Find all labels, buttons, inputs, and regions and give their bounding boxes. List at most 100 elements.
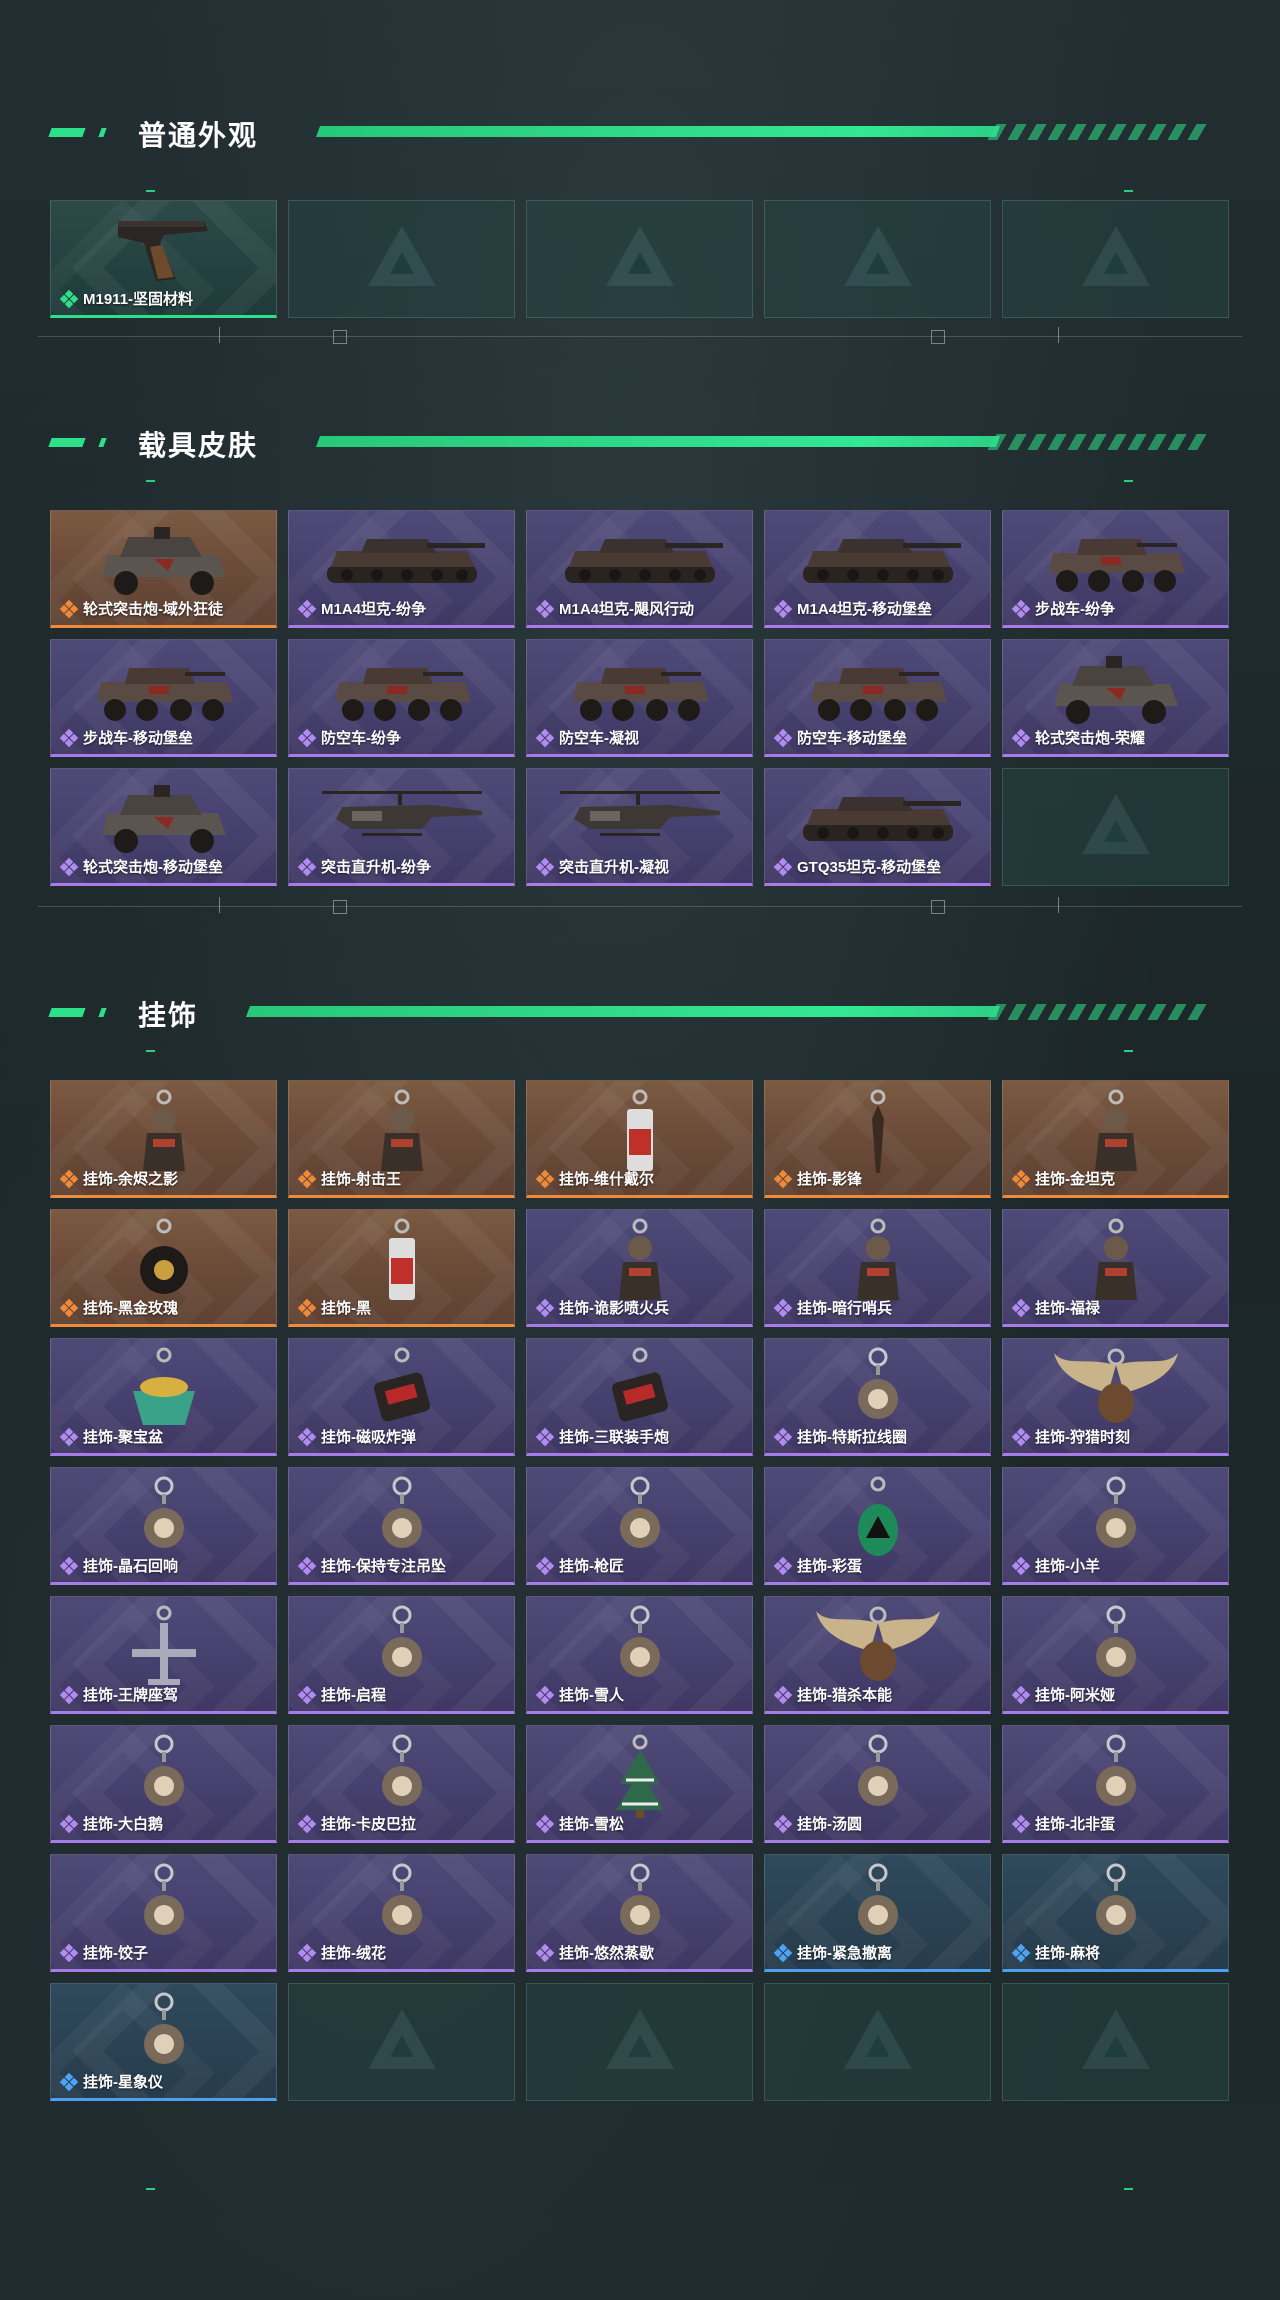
- item-card[interactable]: 突击直升机-凝视: [526, 768, 753, 886]
- item-card[interactable]: M1A4坦克-纷争: [288, 510, 515, 628]
- item-name: 轮式突击炮-域外狂徒: [83, 601, 223, 618]
- item-card[interactable]: 挂饰-北非蛋: [1002, 1725, 1229, 1843]
- item-label: M1A4坦克-纷争: [297, 598, 426, 619]
- helicopter-icon: [550, 777, 730, 862]
- item-name: 挂饰-三联装手炮: [559, 1429, 669, 1446]
- item-card[interactable]: 挂饰-大白鹅: [50, 1725, 277, 1843]
- game-logo-icon: [367, 226, 436, 286]
- item-label: 轮式突击炮-域外狂徒: [59, 598, 223, 619]
- rarity-diamond-icon: [59, 289, 79, 308]
- item-label: 挂饰-彩蛋: [773, 1555, 862, 1576]
- item-name: 挂饰-雪人: [559, 1687, 624, 1704]
- item-card[interactable]: 挂饰-黑: [288, 1209, 515, 1327]
- charm-tag-icon: [377, 1218, 427, 1313]
- item-label: 挂饰-聚宝盆: [59, 1426, 163, 1447]
- item-name: 挂饰-暗行哨兵: [797, 1300, 892, 1317]
- item-card[interactable]: 挂饰-维什戴尔: [526, 1080, 753, 1198]
- header-accent-bar: [98, 438, 107, 447]
- item-card[interactable]: 防空车-纷争: [288, 639, 515, 757]
- item-card[interactable]: 挂饰-聚宝盆: [50, 1338, 277, 1456]
- item-label: 挂饰-雪人: [535, 1684, 624, 1705]
- item-card[interactable]: 步战车-移动堡垒: [50, 639, 277, 757]
- rarity-diamond-icon: [535, 1298, 555, 1317]
- item-label: M1A4坦克-移动堡垒: [773, 598, 932, 619]
- item-card[interactable]: 挂饰-星象仪: [50, 1983, 277, 2101]
- item-card[interactable]: 轮式突击炮-移动堡垒: [50, 768, 277, 886]
- game-logo-icon: [1081, 226, 1150, 286]
- item-card[interactable]: M1911-坚固材料: [50, 200, 277, 318]
- item-card[interactable]: M1A4坦克-飓风行动: [526, 510, 753, 628]
- item-card[interactable]: 挂饰-金坦克: [1002, 1080, 1229, 1198]
- item-card[interactable]: 挂饰-晶石回响: [50, 1467, 277, 1585]
- item-label: 突击直升机-凝视: [535, 856, 669, 877]
- rarity-diamond-icon: [297, 1685, 317, 1704]
- section-common-skins: 普通外观 M1911-坚固材料: [0, 108, 1280, 344]
- item-card[interactable]: GTQ35坦克-移动堡垒: [764, 768, 991, 886]
- header-accent-bar: [48, 1008, 86, 1017]
- item-label: 挂饰-余烬之影: [59, 1168, 178, 1189]
- item-name: 挂饰-阿米娅: [1035, 1687, 1115, 1704]
- item-card[interactable]: 挂饰-雪人: [526, 1596, 753, 1714]
- rarity-diamond-icon: [297, 599, 317, 618]
- item-label: 突击直升机-纷争: [297, 856, 431, 877]
- header-checker: [987, 434, 1207, 450]
- item-card[interactable]: 挂饰-福禄: [1002, 1209, 1229, 1327]
- item-card[interactable]: 挂饰-磁吸炸弹: [288, 1338, 515, 1456]
- item-card[interactable]: 挂饰-绒花: [288, 1854, 515, 1972]
- item-card[interactable]: 挂饰-饺子: [50, 1854, 277, 1972]
- item-card[interactable]: 轮式突击炮-荣耀: [1002, 639, 1229, 757]
- item-label: 挂饰-维什戴尔: [535, 1168, 654, 1189]
- item-name: M1A4坦克-飓风行动: [559, 601, 695, 618]
- rarity-diamond-icon: [1011, 1556, 1031, 1575]
- item-label: 挂饰-启程: [297, 1684, 386, 1705]
- item-name: 挂饰-麻将: [1035, 1945, 1100, 1962]
- item-name: 突击直升机-凝视: [559, 859, 669, 876]
- item-card[interactable]: 挂饰-枪匠: [526, 1467, 753, 1585]
- item-grid: 挂饰-余烬之影 挂饰-射击王 挂饰-维什戴尔 挂饰-影锋 挂饰-金坦克 挂饰-黑金玫瑰 挂饰…: [50, 1080, 1229, 2101]
- item-name: 挂饰-余烬之影: [83, 1171, 178, 1188]
- item-card[interactable]: 挂饰-阿米娅: [1002, 1596, 1229, 1714]
- item-card[interactable]: 挂饰-射击王: [288, 1080, 515, 1198]
- item-name: 挂饰-保持专注吊坠: [321, 1558, 446, 1575]
- item-card[interactable]: 轮式突击炮-域外狂徒: [50, 510, 277, 628]
- item-card[interactable]: 防空车-移动堡垒: [764, 639, 991, 757]
- item-card[interactable]: 挂饰-王牌座驾: [50, 1596, 277, 1714]
- item-card[interactable]: 挂饰-保持专注吊坠: [288, 1467, 515, 1585]
- empty-slot: [1002, 1983, 1229, 2101]
- item-card[interactable]: 挂饰-紧急撤离: [764, 1854, 991, 1972]
- item-label: 轮式突击炮-移动堡垒: [59, 856, 223, 877]
- item-card[interactable]: 挂饰-黑金玫瑰: [50, 1209, 277, 1327]
- item-card[interactable]: 挂饰-三联装手炮: [526, 1338, 753, 1456]
- item-card[interactable]: M1A4坦克-移动堡垒: [764, 510, 991, 628]
- item-card[interactable]: 挂饰-暗行哨兵: [764, 1209, 991, 1327]
- item-name: 轮式突击炮-荣耀: [1035, 730, 1145, 747]
- section-title: 挂饰: [138, 1000, 199, 1031]
- item-label: M1A4坦克-飓风行动: [535, 598, 695, 619]
- item-name: 步战车-纷争: [1035, 601, 1115, 618]
- item-card[interactable]: 挂饰-彩蛋: [764, 1467, 991, 1585]
- item-label: 挂饰-磁吸炸弹: [297, 1426, 416, 1447]
- item-card[interactable]: 步战车-纷争: [1002, 510, 1229, 628]
- item-card[interactable]: 挂饰-小羊: [1002, 1467, 1229, 1585]
- item-card[interactable]: 防空车-凝视: [526, 639, 753, 757]
- rarity-diamond-icon: [773, 857, 793, 876]
- item-card[interactable]: 挂饰-猎杀本能: [764, 1596, 991, 1714]
- item-card[interactable]: 挂饰-狩猎时刻: [1002, 1338, 1229, 1456]
- item-card[interactable]: 突击直升机-纷争: [288, 768, 515, 886]
- item-card[interactable]: 挂饰-麻将: [1002, 1854, 1229, 1972]
- rarity-diamond-icon: [59, 2072, 79, 2091]
- rarity-diamond-icon: [1011, 1943, 1031, 1962]
- item-card[interactable]: 挂饰-悠然蒸歇: [526, 1854, 753, 1972]
- item-card[interactable]: 挂饰-卡皮巴拉: [288, 1725, 515, 1843]
- item-card[interactable]: 挂饰-特斯拉线圈: [764, 1338, 991, 1456]
- rarity-diamond-icon: [297, 1169, 317, 1188]
- tank-icon: [793, 519, 963, 604]
- item-card[interactable]: 挂饰-影锋: [764, 1080, 991, 1198]
- item-card[interactable]: 挂饰-雪松: [526, 1725, 753, 1843]
- item-card[interactable]: 挂饰-汤圆: [764, 1725, 991, 1843]
- item-card[interactable]: 挂饰-诡影喷火兵: [526, 1209, 753, 1327]
- item-card[interactable]: 挂饰-余烬之影: [50, 1080, 277, 1198]
- item-name: 挂饰-黑金玫瑰: [83, 1300, 178, 1317]
- rarity-diamond-icon: [773, 1169, 793, 1188]
- item-card[interactable]: 挂饰-启程: [288, 1596, 515, 1714]
